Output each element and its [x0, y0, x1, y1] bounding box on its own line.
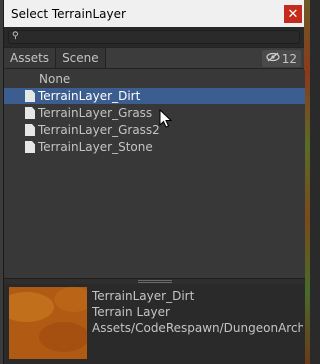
- preview-asset-path: Assets/CodeRespawn/DungeonArchi: [92, 321, 303, 335]
- asset-list: None TerrainLayer_Dirt TerrainLayer_Gras…: [4, 70, 305, 278]
- preview-panel: TerrainLayer_Dirt Terrain Layer Assets/C…: [4, 284, 305, 364]
- close-button[interactable]: ✕: [284, 5, 302, 23]
- list-item-none[interactable]: None: [4, 71, 305, 87]
- hidden-packages-toggle[interactable]: 12: [261, 50, 301, 67]
- preview-info: TerrainLayer_Dirt Terrain Layer Assets/C…: [92, 288, 303, 336]
- tab-assets-label: Assets: [10, 51, 50, 65]
- search-icon: ⚲: [12, 31, 19, 41]
- list-item-label: TerrainLayer_Stone: [38, 140, 153, 154]
- tab-assets[interactable]: Assets: [4, 48, 57, 68]
- file-icon: [25, 107, 35, 119]
- tab-scene-label: Scene: [62, 51, 99, 65]
- window-title: Select TerrainLayer: [11, 6, 126, 21]
- hidden-count: 12: [281, 51, 297, 66]
- file-icon: [25, 90, 35, 102]
- search-row: ⚲: [4, 27, 304, 47]
- splitter-grip-icon[interactable]: [137, 280, 172, 283]
- file-icon: [25, 124, 35, 136]
- search-field[interactable]: ⚲: [8, 30, 300, 44]
- title-bar[interactable]: Select TerrainLayer ✕: [4, 0, 304, 27]
- list-item-terrainlayer-stone[interactable]: TerrainLayer_Stone: [4, 139, 305, 155]
- tab-bar: Assets Scene 12: [4, 47, 304, 69]
- eye-slash-icon: [266, 52, 280, 65]
- terrain-texture-thumbnail: [9, 287, 87, 359]
- preview-asset-name: TerrainLayer_Dirt: [92, 289, 195, 303]
- list-item-terrainlayer-grass2[interactable]: TerrainLayer_Grass2: [4, 122, 305, 138]
- list-item-label: None: [39, 72, 71, 86]
- search-input[interactable]: [21, 31, 291, 43]
- list-item-terrainlayer-dirt[interactable]: TerrainLayer_Dirt: [4, 88, 305, 104]
- tab-scene[interactable]: Scene: [56, 48, 106, 68]
- list-item-label: TerrainLayer_Dirt: [38, 89, 141, 103]
- list-item-terrainlayer-grass[interactable]: TerrainLayer_Grass: [4, 105, 305, 121]
- list-item-label: TerrainLayer_Grass2: [38, 123, 160, 137]
- file-icon: [25, 141, 35, 153]
- close-icon: ✕: [287, 6, 299, 22]
- preview-asset-type: Terrain Layer: [92, 305, 170, 319]
- object-picker-window: Select TerrainLayer ✕ ⚲ Assets Scene 12 …: [3, 0, 305, 364]
- mouse-cursor-icon: [159, 109, 173, 128]
- list-item-label: TerrainLayer_Grass: [38, 106, 153, 120]
